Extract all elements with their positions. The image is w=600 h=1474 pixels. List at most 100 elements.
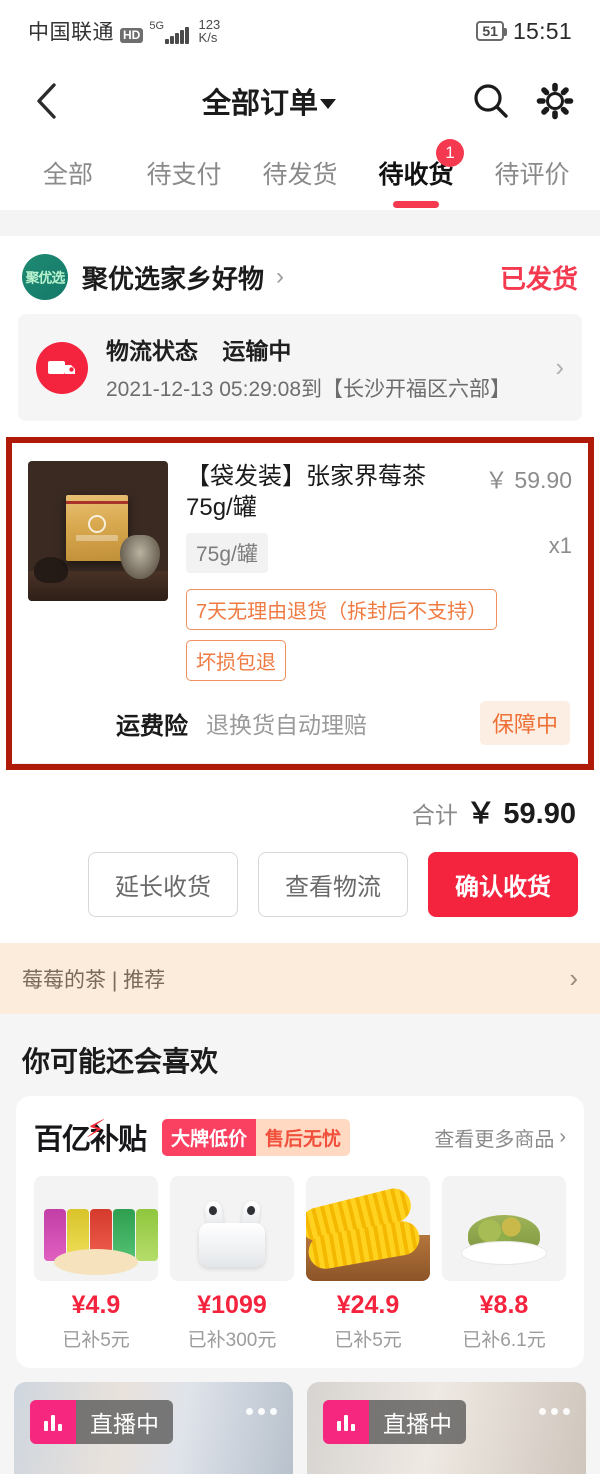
product-spec-row: 75g/罐 x1 — [186, 533, 572, 574]
clock-label: 15:51 — [512, 17, 572, 44]
insurance-status-badge: 保障中 — [479, 701, 570, 746]
live-badge: 直播中 — [323, 1400, 466, 1445]
logistics-state: 运输中 — [222, 338, 292, 364]
live-stream-card[interactable]: 直播中 — [307, 1382, 586, 1474]
truck-glyph — [48, 360, 75, 374]
live-badge-label: 直播中 — [76, 1400, 173, 1445]
truck-icon — [36, 341, 88, 394]
subsidy-product-item[interactable]: ¥4.9 已补5元 — [34, 1176, 158, 1352]
tab-pending-shipment[interactable]: 待发货 — [242, 155, 358, 195]
recommend-banner[interactable]: 莓莓的茶 | 推荐 › — [0, 943, 600, 1015]
product-image — [28, 461, 168, 601]
subsidy-product-item[interactable]: ¥8.8 已补6.1元 — [442, 1176, 566, 1352]
app-screen: 中国联通 HD 5G 123 K/s 51 15:51 全部订单 全部 待支付 … — [0, 0, 600, 1474]
tab-active-indicator — [393, 201, 439, 208]
back-button[interactable] — [24, 79, 68, 123]
subsidy-product-grid: ¥4.9 已补5元 ¥1099 已补300元 ¥24.9 已补5元 ¥8.8 已… — [34, 1176, 566, 1352]
maybe-like-title: 你可能还会喜欢 — [0, 1014, 600, 1097]
network-speed: 123 K/s — [198, 17, 221, 46]
product-thumbnail-earbuds — [170, 1176, 294, 1282]
tab-pending-receipt[interactable]: 待收货 1 — [358, 139, 474, 208]
recommend-banner-text: 莓莓的茶 | 推荐 — [22, 968, 166, 992]
logistics-status-line: 物流状态 运输中 — [106, 332, 547, 366]
product-image-herb — [120, 535, 160, 579]
product-image-pot — [34, 557, 68, 583]
product-price: ￥ 59.90 — [485, 467, 572, 493]
insurance-label: 运费险 — [116, 712, 188, 740]
live-bars-icon — [323, 1400, 369, 1445]
logistics-row[interactable]: 物流状态 运输中 2021-12-13 05:29:08到【长沙开福区六部】 › — [18, 314, 582, 421]
product-quantity: x1 — [548, 533, 572, 559]
order-total-row: 合计 ￥ 59.90 — [0, 770, 600, 837]
subsidy-product-item[interactable]: ¥1099 已补300元 — [170, 1176, 294, 1352]
settings-button[interactable] — [534, 80, 576, 122]
subsidy-section: 百亿补贴 ⚡ 大牌低价 售后无忧 查看更多商品 › ¥4.9 已补5元 ¥109… — [0, 1096, 600, 1383]
tab-pending-payment[interactable]: 待支付 — [126, 155, 242, 195]
hd-icon: HD — [120, 27, 144, 43]
product-price: ¥1099 — [197, 1291, 267, 1320]
view-logistics-button[interactable]: 查看物流 — [258, 852, 408, 918]
status-bar: 中国联通 HD 5G 123 K/s 51 15:51 — [0, 0, 600, 62]
speed-unit: K/s — [198, 30, 218, 46]
chevron-right-icon: › — [569, 963, 578, 994]
more-dots-icon[interactable] — [539, 1408, 570, 1416]
lightning-bolt-icon: ⚡ — [84, 1113, 106, 1146]
product-info: 【袋发装】张家界莓茶 75g/罐 ￥ 59.90 75g/罐 x1 7天无理由退… — [168, 461, 572, 682]
view-more-products-link[interactable]: 查看更多商品 › — [434, 1123, 566, 1152]
subsidy-logo: 百亿补贴 ⚡ — [34, 1113, 147, 1158]
product-tag-return-policy: 7天无理由退货（拆封后不支持） — [186, 589, 498, 631]
shop-name: 聚优选家乡好物 — [82, 263, 265, 294]
product-tags: 7天无理由退货（拆封后不支持） 坏损包退 — [186, 589, 572, 682]
order-status-tabs: 全部 待支付 待发货 待收货 1 待评价 — [0, 139, 600, 210]
order-total-label: 合计 — [411, 802, 458, 829]
battery-icon: 51 — [476, 21, 507, 41]
product-price: ¥24.9 — [336, 1291, 400, 1320]
search-button[interactable] — [470, 80, 512, 122]
page-title-text: 全部订单 — [201, 88, 318, 120]
highlighted-product-box: 【袋发装】张家界莓茶 75g/罐 ￥ 59.90 75g/罐 x1 7天无理由退… — [6, 437, 594, 771]
confirm-receipt-button[interactable]: 确认收货 — [428, 852, 578, 918]
signal-icon: 5G — [149, 21, 189, 44]
app-header: 全部订单 — [0, 62, 600, 140]
subsidy-tags: 大牌低价 售后无忧 — [162, 1118, 351, 1156]
tab-pending-review[interactable]: 待评价 — [474, 155, 590, 195]
product-thumbnail-raisins — [442, 1176, 566, 1282]
subsidy-tag-low-price: 大牌低价 — [162, 1118, 257, 1156]
subsidy-product-item[interactable]: ¥24.9 已补5元 — [306, 1176, 430, 1352]
product-thumbnail-chips — [34, 1176, 158, 1282]
status-bar-left: 中国联通 HD 5G 123 K/s — [28, 16, 220, 46]
tab-label: 待支付 — [146, 161, 222, 189]
logistics-detail: 2021-12-13 05:29:08到【长沙开福区六部】 — [106, 378, 511, 401]
shop-row[interactable]: 聚优选 聚优选家乡好物 › 已发货 — [0, 236, 600, 314]
product-image-tin — [66, 495, 128, 561]
product-thumbnail-corn — [306, 1176, 430, 1282]
view-more-label: 查看更多商品 — [434, 1128, 555, 1151]
shipping-insurance-row: 运费险 退换货自动理赔 保障中 — [14, 687, 586, 765]
chevron-down-icon — [320, 98, 336, 109]
live-stream-card[interactable]: 直播中 — [14, 1382, 293, 1474]
product-title: 【袋发装】张家界莓茶 75g/罐 — [186, 463, 426, 522]
search-icon — [474, 84, 508, 118]
product-row[interactable]: 【袋发装】张家界莓茶 75g/罐 ￥ 59.90 75g/罐 x1 7天无理由退… — [14, 447, 586, 687]
extend-receipt-button[interactable]: 延长收货 — [88, 852, 238, 918]
product-price: ¥8.8 — [479, 1291, 529, 1320]
section-divider — [0, 210, 600, 236]
page-title[interactable]: 全部订单 — [68, 80, 470, 122]
product-price: ¥4.9 — [71, 1291, 121, 1320]
insurance-description: 退换货自动理赔 — [206, 712, 367, 739]
order-card: 聚优选 聚优选家乡好物 › 已发货 物流状态 运输中 2021-12-13 05… — [0, 236, 600, 944]
product-subsidy-label: 已补300元 — [187, 1330, 277, 1352]
product-subsidy-label: 已补6.1元 — [462, 1330, 546, 1352]
tab-label: 待发货 — [262, 161, 338, 189]
tab-label: 待评价 — [494, 161, 570, 189]
tab-all[interactable]: 全部 — [10, 155, 126, 195]
more-dots-icon[interactable] — [246, 1408, 277, 1416]
order-actions: 延长收货 查看物流 确认收货 — [0, 836, 600, 944]
logistics-text: 物流状态 运输中 2021-12-13 05:29:08到【长沙开福区六部】 — [106, 332, 547, 403]
shop-logo: 聚优选 — [22, 254, 68, 300]
subsidy-tag-after-sales: 售后无忧 — [256, 1118, 351, 1156]
product-tag-damage-policy: 坏损包退 — [186, 640, 286, 682]
subsidy-card: 百亿补贴 ⚡ 大牌低价 售后无忧 查看更多商品 › ¥4.9 已补5元 ¥109… — [16, 1096, 584, 1369]
live-badge-label: 直播中 — [369, 1400, 466, 1445]
product-title-row: 【袋发装】张家界莓茶 75g/罐 ￥ 59.90 — [186, 461, 572, 523]
